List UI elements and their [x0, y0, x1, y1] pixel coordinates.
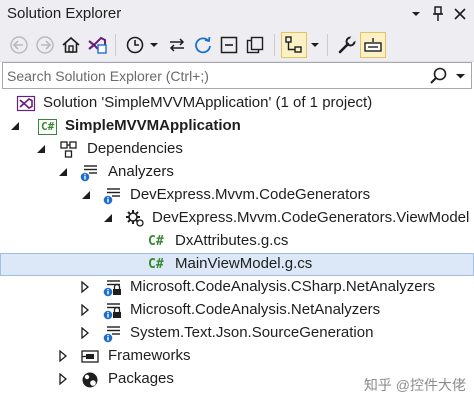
- tree-item-label: Microsoft.CodeAnalysis.NetAnalyzers: [130, 301, 381, 318]
- properties-button[interactable]: [334, 32, 360, 58]
- close-icon: [454, 8, 466, 20]
- search-box[interactable]: Search Solution Explorer (Ctrl+;): [2, 62, 472, 89]
- analyzer-icon: [103, 188, 120, 205]
- pin-button[interactable]: [428, 3, 448, 25]
- refresh-button[interactable]: [190, 32, 216, 58]
- sync-with-active-document-icon: [169, 38, 185, 52]
- collapsed-arrow-icon[interactable]: [79, 327, 91, 339]
- pending-changes-filter-button[interactable]: [122, 32, 148, 58]
- tree-item-analyzers[interactable]: Analyzers: [0, 161, 474, 184]
- toolbar-separator: [274, 34, 275, 56]
- tree-item-label: Solution 'SimpleMVVMApplication' (1 of 1…: [43, 94, 373, 111]
- chevron-down-icon: [412, 12, 420, 16]
- csharp-file-icon: C#: [148, 255, 170, 274]
- sync-with-active-document-button[interactable]: [164, 32, 190, 58]
- visual-studio-switch-view-icon: [88, 36, 107, 54]
- tree-item-file-mainviewmodel[interactable]: C# MainViewModel.g.cs: [0, 253, 474, 276]
- expanded-arrow-icon[interactable]: [35, 143, 47, 155]
- preview-selected-items-button[interactable]: [281, 32, 307, 58]
- pending-changes-dropdown[interactable]: [148, 32, 160, 58]
- tree-item-label: Packages: [108, 370, 174, 387]
- tree-item-label: Frameworks: [108, 347, 191, 364]
- toolbar: [0, 28, 474, 62]
- tree-item-project[interactable]: C# SimpleMVVMApplication: [0, 115, 474, 138]
- back-button[interactable]: [6, 32, 32, 58]
- tree-item-label: MainViewModel.g.cs: [175, 255, 313, 272]
- tree-item-csharp-netanalyzers[interactable]: Microsoft.CodeAnalysis.CSharp.NetAnalyze…: [0, 276, 474, 299]
- tree-item-frameworks[interactable]: Frameworks: [0, 345, 474, 368]
- watermark: 知乎 @控件大佬: [363, 377, 466, 393]
- dependencies-icon: [60, 141, 77, 158]
- analyzer-icon: [80, 165, 97, 182]
- csharp-project-icon: C#: [38, 117, 60, 136]
- toolbar-separator: [115, 34, 116, 56]
- frameworks-icon: [81, 350, 99, 363]
- home-button[interactable]: [58, 32, 84, 58]
- collapsed-arrow-icon[interactable]: [79, 304, 91, 316]
- window-menu-dropdown-button[interactable]: [406, 3, 426, 25]
- csharp-badge: C#: [148, 234, 164, 249]
- expanded-arrow-icon[interactable]: [9, 120, 21, 132]
- home-icon: [62, 36, 80, 53]
- tree-item-label: System.Text.Json.SourceGeneration: [130, 324, 374, 341]
- preview-dropdown[interactable]: [309, 32, 321, 58]
- chevron-down-icon: [150, 43, 158, 47]
- chevron-down-icon: [311, 43, 319, 47]
- collapsed-arrow-icon[interactable]: [57, 350, 69, 362]
- expanded-arrow-icon[interactable]: [80, 189, 92, 201]
- search-options-dropdown[interactable]: [452, 67, 468, 85]
- analyzer-lock-icon: [103, 280, 121, 297]
- tree-item-netanalyzers[interactable]: Microsoft.CodeAnalysis.NetAnalyzers: [0, 299, 474, 322]
- expanded-arrow-icon[interactable]: [102, 212, 114, 224]
- properties-wrench-icon: [338, 35, 357, 54]
- pending-changes-clock-icon: [126, 36, 144, 54]
- tree-item-file-dxattributes[interactable]: C# DxAttributes.g.cs: [0, 230, 474, 253]
- close-button[interactable]: [450, 3, 470, 25]
- title-bar: Solution Explorer: [0, 0, 474, 28]
- switch-views-button[interactable]: [84, 32, 110, 58]
- solution-tree: Solution 'SimpleMVVMApplication' (1 of 1…: [0, 90, 474, 401]
- tree-item-solution[interactable]: Solution 'SimpleMVVMApplication' (1 of 1…: [0, 92, 474, 115]
- csharp-file-icon: C#: [148, 232, 170, 251]
- tree-item-label: DevExpress.Mvvm.CodeGenerators: [130, 186, 371, 203]
- analyzer-icon: [103, 326, 120, 343]
- tree-item-label: Analyzers: [108, 163, 174, 180]
- forward-button[interactable]: [32, 32, 58, 58]
- analyzer-lock-icon: [103, 303, 121, 320]
- refresh-icon: [195, 36, 211, 54]
- expanded-arrow-icon[interactable]: [57, 166, 69, 178]
- tree-item-label: Microsoft.CodeAnalysis.CSharp.NetAnalyze…: [130, 278, 436, 295]
- window-title: Solution Explorer: [7, 5, 122, 22]
- search-icon[interactable]: [429, 66, 449, 86]
- tree-item-sourcegeneration[interactable]: System.Text.Json.SourceGeneration: [0, 322, 474, 345]
- toolbar-separator: [327, 34, 328, 56]
- tree-item-codegen-analyzer[interactable]: DevExpress.Mvvm.CodeGenerators: [0, 184, 474, 207]
- tree-item-viewmodel-generator[interactable]: DevExpress.Mvvm.CodeGenerators.ViewModel: [0, 207, 474, 230]
- tree-item-dependencies[interactable]: Dependencies: [0, 138, 474, 161]
- collapsed-arrow-icon[interactable]: [57, 373, 69, 385]
- packages-icon: [82, 372, 98, 388]
- pin-icon: [433, 6, 443, 21]
- chevron-down-icon: [455, 73, 465, 78]
- csharp-badge: C#: [148, 257, 164, 272]
- tree-item-label: DevExpress.Mvvm.CodeGenerators.ViewModel: [152, 209, 470, 226]
- forward-arrow-icon: [36, 36, 54, 54]
- toggle-preview-button[interactable]: [360, 32, 386, 58]
- tree-item-label: DxAttributes.g.cs: [175, 232, 289, 249]
- solution-icon: [16, 95, 36, 112]
- tree-item-label: Dependencies: [87, 140, 183, 157]
- gear-icon: [126, 210, 144, 227]
- show-all-files-button[interactable]: [242, 32, 268, 58]
- tree-item-label: SimpleMVVMApplication: [65, 117, 241, 134]
- collapse-all-button[interactable]: [216, 32, 242, 58]
- preview-selected-items-icon: [285, 36, 302, 53]
- toggle-preview-icon: [364, 38, 382, 52]
- back-arrow-icon: [10, 36, 28, 54]
- collapse-all-icon: [220, 36, 238, 54]
- csharp-badge: C#: [38, 118, 58, 135]
- collapsed-arrow-icon[interactable]: [79, 281, 91, 293]
- search-input[interactable]: Search Solution Explorer (Ctrl+;): [7, 68, 209, 84]
- show-all-files-icon: [246, 36, 264, 54]
